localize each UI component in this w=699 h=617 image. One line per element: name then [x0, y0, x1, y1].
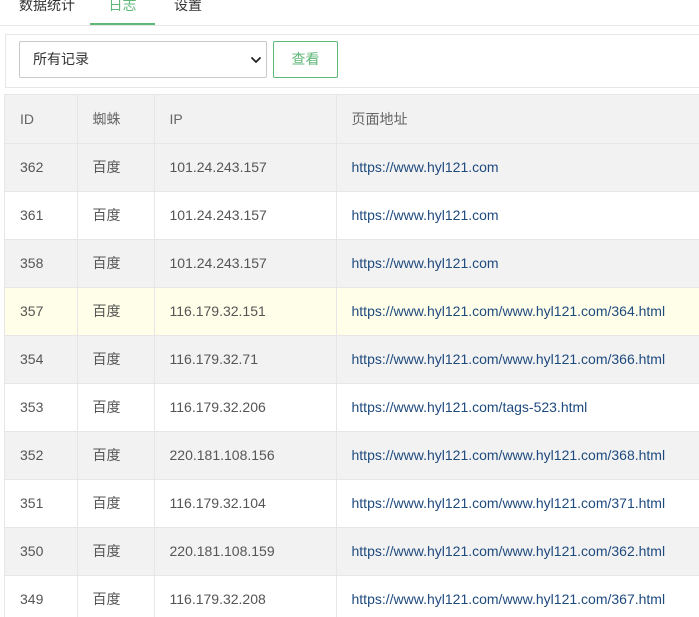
- view-button[interactable]: 查看: [273, 41, 338, 78]
- table-row: 354 百度 116.179.32.71 https://www.hyl121.…: [5, 335, 699, 384]
- cell-id: 349: [5, 575, 78, 617]
- table-row: 353 百度 116.179.32.206 https://www.hyl121…: [5, 383, 699, 432]
- cell-spider: 百度: [77, 335, 155, 384]
- cell-id: 361: [5, 191, 78, 240]
- cell-ip: 101.24.243.157: [154, 239, 337, 288]
- table-row: 350 百度 220.181.108.159 https://www.hyl12…: [5, 527, 699, 576]
- cell-spider: 百度: [77, 143, 155, 192]
- cell-id: 362: [5, 143, 78, 192]
- url-link[interactable]: https://www.hyl121.com/www.hyl121.com/36…: [352, 351, 666, 367]
- cell-spider: 百度: [77, 527, 155, 576]
- cell-url: https://www.hyl121.com/www.hyl121.com/36…: [336, 575, 699, 617]
- table-row: 351 百度 116.179.32.104 https://www.hyl121…: [5, 479, 699, 528]
- url-link[interactable]: https://www.hyl121.com: [352, 159, 499, 175]
- table-row: 358 百度 101.24.243.157 https://www.hyl121…: [5, 239, 699, 288]
- cell-ip: 116.179.32.206: [154, 383, 337, 432]
- url-link[interactable]: https://www.hyl121.com/tags-523.html: [352, 399, 588, 415]
- cell-spider: 百度: [77, 383, 155, 432]
- cell-url: https://www.hyl121.com/www.hyl121.com/36…: [336, 287, 699, 336]
- cell-spider: 百度: [77, 191, 155, 240]
- page: 数据统计 日志 设置 所有记录 查看 ID 蜘蛛 IP 页面地址 362 百度 …: [0, 0, 699, 617]
- table-row: 362 百度 101.24.243.157 https://www.hyl121…: [5, 143, 699, 192]
- cell-ip: 116.179.32.104: [154, 479, 337, 528]
- cell-url: https://www.hyl121.com/tags-523.html: [336, 383, 699, 432]
- cell-url: https://www.hyl121.com/www.hyl121.com/36…: [336, 335, 699, 384]
- table-header-row: ID 蜘蛛 IP 页面地址: [5, 95, 699, 144]
- record-filter-value: 所有记录: [33, 51, 89, 67]
- cell-id: 354: [5, 335, 78, 384]
- cell-ip: 101.24.243.157: [154, 143, 337, 192]
- cell-ip: 220.181.108.156: [154, 431, 337, 480]
- url-link[interactable]: https://www.hyl121.com: [352, 207, 499, 223]
- cell-url: https://www.hyl121.com/www.hyl121.com/36…: [336, 527, 699, 576]
- cell-url: https://www.hyl121.com: [336, 143, 699, 192]
- filter-bar: 所有记录 查看: [5, 34, 699, 88]
- cell-ip: 116.179.32.208: [154, 575, 337, 617]
- record-filter-select[interactable]: 所有记录: [19, 41, 267, 78]
- table-row: 361 百度 101.24.243.157 https://www.hyl121…: [5, 191, 699, 240]
- cell-url: https://www.hyl121.com/www.hyl121.com/36…: [336, 431, 699, 480]
- url-link[interactable]: https://www.hyl121.com: [352, 255, 499, 271]
- table-row: 352 百度 220.181.108.156 https://www.hyl12…: [5, 431, 699, 480]
- url-link[interactable]: https://www.hyl121.com/www.hyl121.com/36…: [352, 591, 666, 607]
- log-table-container: ID 蜘蛛 IP 页面地址 362 百度 101.24.243.157 http…: [4, 94, 699, 617]
- cell-spider: 百度: [77, 431, 155, 480]
- cell-id: 350: [5, 527, 78, 576]
- url-link[interactable]: https://www.hyl121.com/www.hyl121.com/36…: [352, 447, 666, 463]
- chevron-down-icon: [251, 57, 261, 63]
- cell-id: 358: [5, 239, 78, 288]
- url-link[interactable]: https://www.hyl121.com/www.hyl121.com/36…: [352, 303, 666, 319]
- cell-id: 351: [5, 479, 78, 528]
- table-row: 349 百度 116.179.32.208 https://www.hyl121…: [5, 575, 699, 617]
- cell-id: 353: [5, 383, 78, 432]
- cell-ip: 101.24.243.157: [154, 191, 337, 240]
- url-link[interactable]: https://www.hyl121.com/www.hyl121.com/36…: [352, 543, 666, 559]
- cell-spider: 百度: [77, 479, 155, 528]
- cell-ip: 220.181.108.159: [154, 527, 337, 576]
- tab-logs[interactable]: 日志: [90, 0, 155, 25]
- header-spider: 蜘蛛: [77, 95, 155, 144]
- url-link[interactable]: https://www.hyl121.com/www.hyl121.com/37…: [352, 495, 666, 511]
- tab-settings[interactable]: 设置: [168, 0, 208, 20]
- header-ip: IP: [154, 95, 337, 144]
- header-id: ID: [5, 95, 78, 144]
- cell-id: 357: [5, 287, 78, 336]
- tab-statistics[interactable]: 数据统计: [17, 0, 77, 20]
- cell-spider: 百度: [77, 239, 155, 288]
- cell-url: https://www.hyl121.com: [336, 191, 699, 240]
- cell-ip: 116.179.32.71: [154, 335, 337, 384]
- cell-spider: 百度: [77, 575, 155, 617]
- cell-spider: 百度: [77, 287, 155, 336]
- cell-ip: 116.179.32.151: [154, 287, 337, 336]
- tab-bar: 数据统计 日志 设置: [0, 0, 699, 26]
- header-url: 页面地址: [336, 95, 699, 144]
- cell-url: https://www.hyl121.com/www.hyl121.com/37…: [336, 479, 699, 528]
- log-table: ID 蜘蛛 IP 页面地址 362 百度 101.24.243.157 http…: [5, 95, 699, 617]
- table-row-highlighted: 357 百度 116.179.32.151 https://www.hyl121…: [5, 287, 699, 336]
- cell-url: https://www.hyl121.com: [336, 239, 699, 288]
- cell-id: 352: [5, 431, 78, 480]
